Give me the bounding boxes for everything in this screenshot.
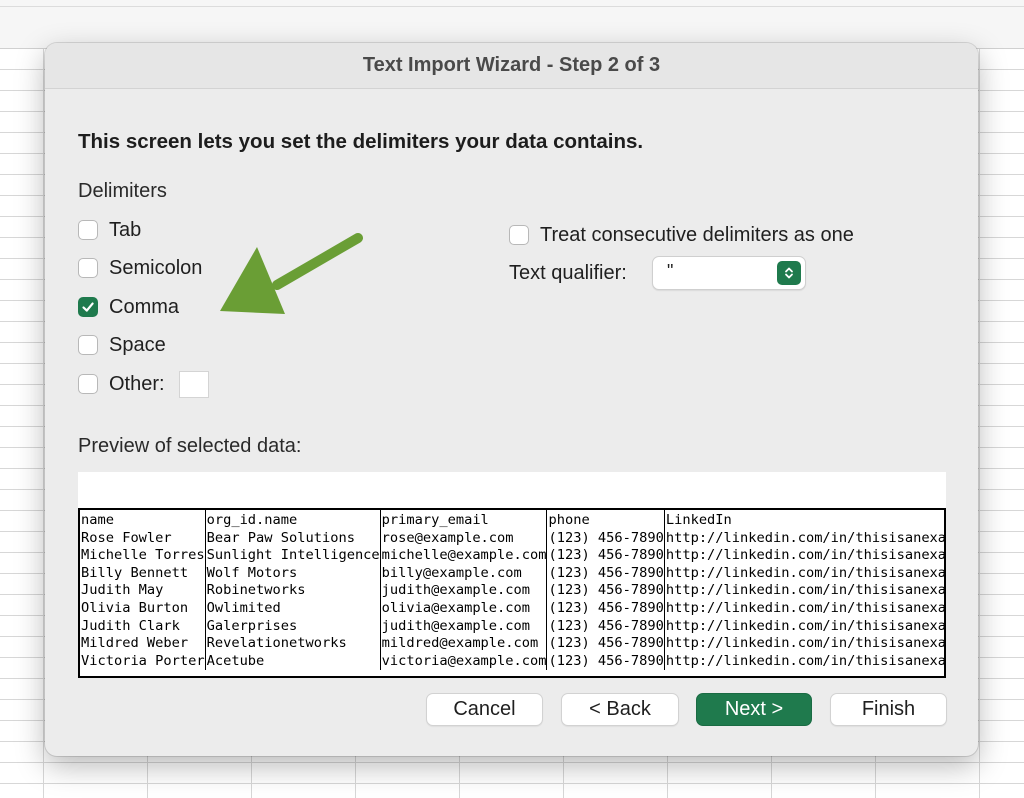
treat-consecutive-checkbox[interactable] (509, 225, 529, 245)
preview-cell: olivia@example.com (380, 599, 548, 618)
other-label: Other: (109, 372, 165, 395)
preview-cell: billy@example.com (380, 564, 548, 583)
preview-cell: judith@example.com (380, 582, 548, 600)
preview-cell: org_id.name (205, 510, 381, 530)
preview-cell: Owlimited (205, 599, 381, 618)
preview-cell: Sunlight Intelligence (205, 547, 381, 565)
preview-cell: http://linkedin.com/in/thisisanexa (665, 564, 946, 581)
other-delimiter-input[interactable] (178, 370, 209, 398)
preview-cell: (123) 456-7890 (546, 547, 665, 565)
preview-cell: name (80, 510, 206, 530)
other-checkbox-row[interactable]: Other: (78, 370, 209, 398)
preview-cell: Michelle Torres (80, 547, 206, 565)
table-row: Rose Fowler Bear Paw Solutions rose@exampl… (80, 529, 946, 548)
preview-cell: Rose Fowler (80, 529, 206, 548)
preview-cell: (123) 456-7890 (546, 599, 665, 618)
semicolon-checkbox-row[interactable]: Semicolon (78, 255, 202, 281)
text-qualifier-label: Text qualifier: (509, 262, 627, 284)
tab-checkbox-row[interactable]: Tab (78, 217, 141, 243)
preview-cell: (123) 456-7890 (546, 564, 665, 583)
preview-cell: http://linkedin.com/in/thisisanexa (665, 582, 946, 599)
table-row: Michelle Torres Sunlight Intelligence mich… (80, 547, 946, 565)
preview-cell: Robinetworks (205, 582, 381, 600)
table-row: Olivia Burton Owlimited olivia@example.com… (80, 599, 946, 618)
comma-checkbox[interactable] (78, 297, 98, 317)
preview-cell: rose@example.com (380, 529, 548, 548)
preview-cell: Wolf Motors (205, 564, 381, 583)
comma-checkbox-row[interactable]: Comma (78, 294, 179, 320)
preview-cell: Acetube (205, 652, 381, 671)
preview-cell: (123) 456-7890 (546, 529, 665, 548)
chevron-up-down-icon[interactable] (777, 261, 801, 285)
preview-cell: Victoria Porter (80, 652, 206, 671)
preview-cell: http://linkedin.com/in/thisisanexa (665, 635, 946, 652)
finish-button[interactable]: Finish (830, 693, 947, 726)
preview-cell: http://linkedin.com/in/thisisanexa (665, 529, 946, 546)
preview-cell: mildred@example.com (380, 635, 548, 653)
back-button[interactable]: < Back (561, 693, 679, 726)
preview-cell: Judith Clark (80, 617, 206, 636)
preview-header-area (78, 472, 946, 508)
tab-checkbox[interactable] (78, 220, 98, 240)
text-qualifier-select[interactable]: " (652, 256, 806, 290)
data-preview[interactable]: name org_id.name primary_email phone LinkedI… (78, 508, 946, 678)
preview-cell: phone (546, 510, 665, 530)
preview-cell: http://linkedin.com/in/thisisanexa (665, 547, 946, 564)
preview-cell: Revelationetworks (205, 635, 381, 653)
table-row: Victoria Porter Acetube victoria@example.c… (80, 652, 946, 671)
table-row: Judith Clark Galerprises judith@example.co… (80, 617, 946, 636)
treat-consecutive-label: Treat consecutive delimiters as one (540, 223, 854, 246)
arrow-icon (220, 233, 363, 314)
checkmark-icon (82, 302, 94, 312)
preview-table: name org_id.name primary_email phone LinkedI… (80, 510, 946, 671)
space-checkbox[interactable] (78, 335, 98, 355)
preview-cell: (123) 456-7890 (546, 635, 665, 653)
text-qualifier-value: " (667, 261, 674, 281)
other-checkbox[interactable] (78, 374, 98, 394)
space-label: Space (109, 333, 166, 356)
text-import-wizard-dialog: Text Import Wizard - Step 2 of 3 This sc… (45, 43, 978, 756)
dialog-title: Text Import Wizard - Step 2 of 3 (362, 54, 661, 76)
preview-cell: http://linkedin.com/in/thisisanexa (665, 617, 946, 634)
preview-cell: victoria@example.com (380, 652, 548, 671)
preview-cell: Mildred Weber (80, 635, 206, 653)
preview-cell: http://linkedin.com/in/thisisanexa (665, 599, 946, 616)
semicolon-label: Semicolon (109, 256, 203, 279)
preview-cell: (123) 456-7890 (546, 652, 665, 671)
cancel-button[interactable]: Cancel (426, 693, 543, 726)
table-row: Judith May Robinetworks judith@example.com… (80, 582, 946, 600)
preview-cell: primary_email (380, 510, 548, 530)
preview-cell: Olivia Burton (80, 599, 206, 618)
table-row: Billy Bennett Wolf Motors billy@example.co… (80, 564, 946, 583)
instruction-heading: This screen lets you set the delimiters … (78, 130, 644, 153)
preview-cell: Judith May (80, 582, 206, 600)
preview-cell: judith@example.com (380, 617, 548, 636)
preview-cell: michelle@example.com (380, 547, 548, 565)
tab-label: Tab (109, 218, 142, 241)
space-checkbox-row[interactable]: Space (78, 332, 166, 358)
spreadsheet-toolbar-area (0, 0, 1024, 49)
preview-cell: (123) 456-7890 (546, 582, 665, 600)
dialog-title-bar: Text Import Wizard - Step 2 of 3 (45, 43, 978, 89)
preview-cell: Galerprises (205, 617, 381, 636)
treat-consecutive-row[interactable]: Treat consecutive delimiters as one (509, 222, 854, 248)
preview-cell: (123) 456-7890 (546, 617, 665, 636)
delimiters-label: Delimiters (78, 180, 167, 202)
comma-label: Comma (109, 295, 180, 318)
table-row: Mildred Weber Revelationetworks mildred@ex… (80, 635, 946, 653)
preview-header-row: name org_id.name primary_email phone LinkedI… (80, 510, 944, 530)
preview-cell: Billy Bennett (80, 564, 206, 583)
preview-label: Preview of selected data: (78, 435, 302, 457)
preview-cell: Bear Paw Solutions (205, 529, 381, 548)
preview-cell: LinkedIn (665, 512, 732, 528)
preview-cell: http://linkedin.com/in/thisisanexa (665, 652, 946, 669)
next-button[interactable]: Next > (696, 693, 812, 726)
semicolon-checkbox[interactable] (78, 258, 98, 278)
